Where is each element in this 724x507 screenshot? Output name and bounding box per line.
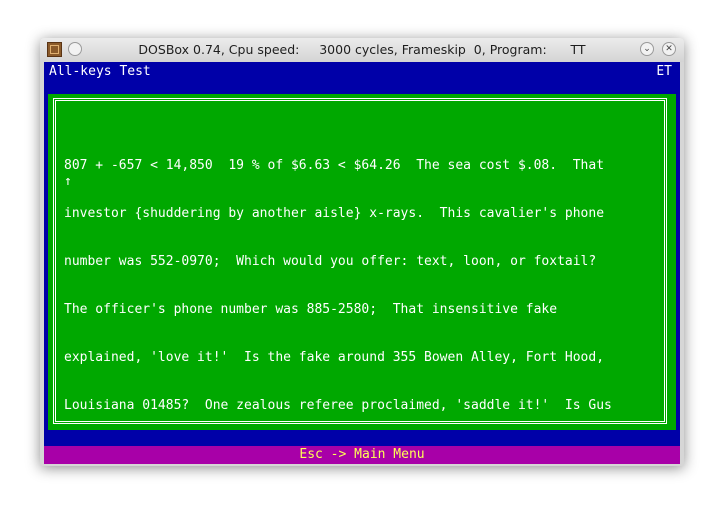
minimize-button[interactable]: ⌄ <box>640 42 654 56</box>
dos-screen[interactable]: All-keys Test ET 807 + -657 < 14,850 19 … <box>44 62 680 464</box>
text-line: investor {shuddering by another aisle} x… <box>64 206 605 221</box>
program-title: All-keys Test <box>49 64 151 79</box>
mode-indicator: ET <box>656 64 672 79</box>
title-bar[interactable]: DOSBox 0.74, Cpu speed: 3000 cycles, Fra… <box>40 38 684 62</box>
text-line: explained, 'love it!' Is the fake around… <box>64 350 605 365</box>
dosbox-window: DOSBox 0.74, Cpu speed: 3000 cycles, Fra… <box>40 38 684 466</box>
close-button[interactable]: ✕ <box>662 42 676 56</box>
typing-panel: 807 + -657 < 14,850 19 % of $6.63 < $64.… <box>48 94 676 430</box>
cursor-arrow: ↑ <box>64 174 72 189</box>
text-line: Louisiana 01485? One zealous referee pro… <box>64 398 612 413</box>
text-line: number was 552-0970; Which would you off… <box>64 254 597 269</box>
text-line: The officer's phone number was 885-2580;… <box>64 302 558 317</box>
window-title: DOSBox 0.74, Cpu speed: 3000 cycles, Fra… <box>138 42 586 57</box>
status-bar-esc-main-menu[interactable]: Esc -> Main Menu <box>44 446 680 464</box>
text-line: 807 + -657 < 14,850 19 % of $6.63 < $64.… <box>64 158 605 173</box>
